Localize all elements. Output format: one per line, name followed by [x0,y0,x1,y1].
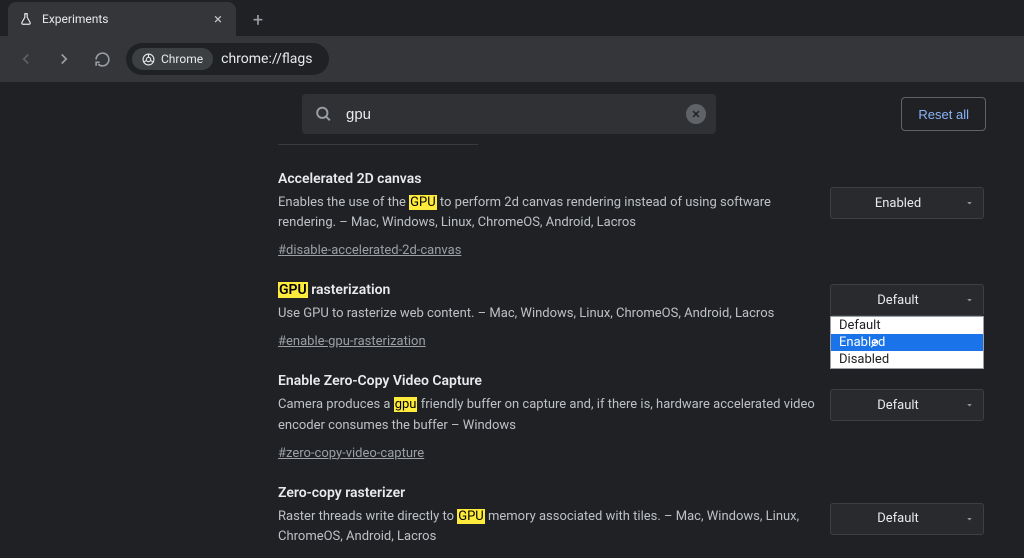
flag-anchor-link[interactable]: #zero-copy-video-capture [278,446,424,461]
toolbar: Chrome chrome://flags [0,36,1024,82]
site-chip-label: Chrome [161,52,203,66]
dropdown-menu: DefaultEnabled↖Disabled [830,316,984,369]
flag-dropdown[interactable]: Default [830,284,984,316]
dropdown-value: Default [877,293,919,308]
chevron-down-icon [964,198,975,209]
flag-row: GPU rasterization Use GPU to rasterize we… [32,264,992,355]
flag-title: Accelerated 2D canvas [278,171,818,187]
close-icon[interactable]: × [210,10,226,28]
forward-button[interactable] [50,45,78,73]
dropdown-value: Default [877,398,919,413]
tab-title: Experiments [42,12,210,26]
titlebar: Experiments × + [0,0,1024,36]
flag-title: Zero-copy rasterizer [278,485,818,501]
search-icon [314,105,333,124]
site-chip: Chrome [132,48,213,70]
flag-dropdown[interactable]: Default [830,503,984,535]
new-tab-button[interactable]: + [244,6,272,34]
search-wrap [302,94,716,134]
flag-dropdown[interactable]: Enabled [830,187,984,219]
flag-title: GPU rasterization [278,282,818,298]
browser-tab[interactable]: Experiments × [8,2,236,36]
flag-description: Use GPU to rasterize web content. – Mac,… [278,304,818,324]
search-input[interactable] [302,94,716,134]
flask-icon [18,11,34,27]
dropdown-option[interactable]: Disabled [831,351,983,368]
dropdown-option[interactable]: Enabled↖ [831,334,983,351]
clear-icon[interactable] [686,104,706,124]
chevron-down-icon [964,295,975,306]
flag-row: Accelerated 2D canvas Enables the use of … [32,153,992,264]
dropdown-value: Default [877,511,919,526]
reload-button[interactable] [88,45,116,73]
flag-anchor-link[interactable]: #enable-gpu-rasterization [278,334,426,349]
flag-dropdown[interactable]: Default [830,389,984,421]
dropdown-value: Enabled [875,196,921,211]
flag-row: Zero-copy rasterizer Raster threads write… [32,467,992,558]
flag-description: Enables the use of the GPU to perform 2d… [278,193,818,233]
chevron-down-icon [964,513,975,524]
mouse-cursor-icon: ↖ [869,337,880,352]
flag-description: Raster threads write directly to GPU mem… [278,507,818,547]
page-content: Reset all Accelerated 2D canvas Enables t… [0,82,1024,558]
back-button[interactable] [12,45,40,73]
dropdown-option[interactable]: Default [831,317,983,334]
reset-all-button[interactable]: Reset all [901,97,986,131]
chevron-down-icon [964,400,975,411]
flag-description: Camera produces a gpu friendly buffer on… [278,395,818,435]
url-text: chrome://flags [221,51,324,67]
truncated-prev-item [278,144,478,145]
omnibox[interactable]: Chrome chrome://flags [126,43,329,75]
flag-title: Enable Zero-Copy Video Capture [278,373,818,389]
flag-anchor-link[interactable]: #disable-accelerated-2d-canvas [278,243,461,258]
chrome-icon [142,53,155,66]
flag-row: Enable Zero-Copy Video Capture Camera pro… [32,355,992,466]
